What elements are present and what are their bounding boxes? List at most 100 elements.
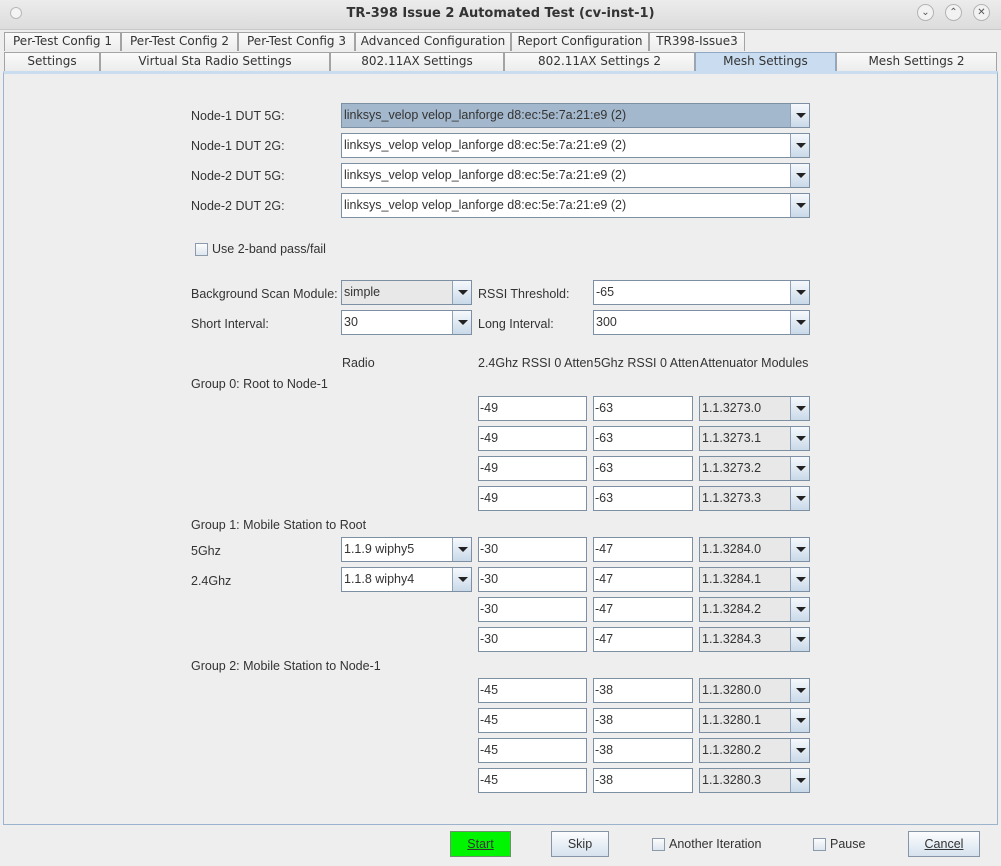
bg-scan-select[interactable]: simple	[341, 280, 472, 305]
start-button[interactable]: Start	[450, 831, 511, 857]
chevron-down-icon[interactable]	[790, 164, 809, 187]
rssi24-input[interactable]: -49	[478, 486, 587, 511]
tab-80211ax-settings[interactable]: 802.11AX Settings	[330, 52, 504, 71]
attenuator-module-select[interactable]: 1.1.3284.2	[699, 597, 810, 622]
rssi5-input[interactable]: -38	[593, 768, 693, 793]
chevron-down-icon[interactable]	[790, 709, 809, 732]
tab-per-test-config-2[interactable]: Per-Test Config 2	[121, 32, 238, 51]
attenuator-module-select[interactable]: 1.1.3273.3	[699, 486, 810, 511]
short-interval-label: Short Interval:	[191, 317, 269, 331]
chevron-down-icon[interactable]	[790, 457, 809, 480]
chevron-down-icon[interactable]	[790, 538, 809, 561]
tab-tr398-issue3[interactable]: TR398-Issue3	[649, 32, 745, 51]
rssi5-input[interactable]: -47	[593, 567, 693, 592]
attenuator-module-select[interactable]: 1.1.3280.1	[699, 708, 810, 733]
group-1-title: Group 1: Mobile Station to Root	[191, 518, 367, 532]
group-2-title: Group 2: Mobile Station to Node-1	[191, 659, 381, 673]
close-button[interactable]: ✕	[973, 4, 990, 21]
attenuator-module-select[interactable]: 1.1.3273.1	[699, 426, 810, 451]
node1-dut-2g-label: Node-1 DUT 2G:	[191, 139, 285, 153]
cancel-button[interactable]: Cancel	[908, 831, 980, 857]
chevron-down-icon[interactable]	[790, 134, 809, 157]
chevron-down-icon[interactable]	[452, 538, 471, 561]
chevron-down-icon[interactable]	[790, 487, 809, 510]
rssi24-input[interactable]: -30	[478, 537, 587, 562]
node2-dut-5g-select[interactable]: linksys_velop velop_lanforge d8:ec:5e:7a…	[341, 163, 810, 188]
node1-dut-2g-select[interactable]: linksys_velop velop_lanforge d8:ec:5e:7a…	[341, 133, 810, 158]
title-bar: TR-398 Issue 2 Automated Test (cv-inst-1…	[0, 0, 1001, 30]
chevron-down-icon[interactable]	[790, 427, 809, 450]
rssi24-input[interactable]: -30	[478, 627, 587, 652]
rssi24-input[interactable]: -45	[478, 678, 587, 703]
chevron-down-icon[interactable]	[790, 194, 809, 217]
attenuator-module-select[interactable]: 1.1.3284.1	[699, 567, 810, 592]
tab-mesh-settings[interactable]: Mesh Settings	[695, 52, 836, 71]
rssi5-input[interactable]: -47	[593, 627, 693, 652]
rssi5-input[interactable]: -63	[593, 396, 693, 421]
radio-5ghz-select[interactable]: 1.1.9 wiphy5	[341, 537, 472, 562]
tab-report-configuration[interactable]: Report Configuration	[511, 32, 649, 51]
attenuator-module-select[interactable]: 1.1.3273.2	[699, 456, 810, 481]
rssi24-input[interactable]: -45	[478, 738, 587, 763]
chevron-down-icon[interactable]	[790, 679, 809, 702]
chevron-down-icon[interactable]	[790, 598, 809, 621]
another-iteration-checkbox[interactable]	[652, 838, 665, 851]
rssi5-input[interactable]: -63	[593, 486, 693, 511]
node1-dut-5g-select[interactable]: linksys_velop velop_lanforge d8:ec:5e:7a…	[341, 103, 810, 128]
rssi24-input[interactable]: -49	[478, 456, 587, 481]
tab-advanced-configuration[interactable]: Advanced Configuration	[355, 32, 511, 51]
radio-header: Radio	[342, 356, 375, 370]
window-title: TR-398 Issue 2 Automated Test (cv-inst-1…	[346, 6, 655, 21]
chevron-down-icon[interactable]	[790, 568, 809, 591]
attenuator-module-select[interactable]: 1.1.3273.0	[699, 396, 810, 421]
chevron-down-icon[interactable]	[452, 311, 471, 334]
chevron-down-icon[interactable]	[790, 281, 809, 304]
skip-button[interactable]: Skip	[551, 831, 609, 857]
attenuator-module-select[interactable]: 1.1.3280.0	[699, 678, 810, 703]
pause-checkbox[interactable]	[813, 838, 826, 851]
tab-virtual-sta-radio-settings[interactable]: Virtual Sta Radio Settings	[100, 52, 330, 71]
rssi5-header: 5Ghz RSSI 0 Atten	[594, 356, 699, 370]
chevron-down-icon[interactable]	[790, 769, 809, 792]
maximize-button[interactable]: ⌃	[945, 4, 962, 21]
chevron-down-icon[interactable]	[452, 568, 471, 591]
rssi5-input[interactable]: -63	[593, 426, 693, 451]
node2-dut-2g-select[interactable]: linksys_velop velop_lanforge d8:ec:5e:7a…	[341, 193, 810, 218]
rssi5-input[interactable]: -38	[593, 738, 693, 763]
rssi24-input[interactable]: -45	[478, 708, 587, 733]
rssi5-input[interactable]: -47	[593, 597, 693, 622]
rssi5-input[interactable]: -38	[593, 708, 693, 733]
rssi5-input[interactable]: -38	[593, 678, 693, 703]
attenuator-module-select[interactable]: 1.1.3284.0	[699, 537, 810, 562]
rssi24-input[interactable]: -49	[478, 396, 587, 421]
rssi24-input[interactable]: -45	[478, 768, 587, 793]
long-interval-select[interactable]: 300	[593, 310, 810, 335]
short-interval-select[interactable]: 30	[341, 310, 472, 335]
chevron-down-icon[interactable]	[790, 739, 809, 762]
tab-per-test-config-1[interactable]: Per-Test Config 1	[4, 32, 121, 51]
chevron-down-icon[interactable]	[452, 281, 471, 304]
chevron-down-icon[interactable]	[790, 628, 809, 651]
rssi5-input[interactable]: -47	[593, 537, 693, 562]
minimize-button[interactable]: ⌄	[917, 4, 934, 21]
chevron-down-icon[interactable]	[790, 397, 809, 420]
two-band-label: Use 2-band pass/fail	[212, 242, 326, 256]
attenuator-module-select[interactable]: 1.1.3280.3	[699, 768, 810, 793]
chevron-down-icon[interactable]	[790, 104, 809, 127]
tab-per-test-config-3[interactable]: Per-Test Config 3	[238, 32, 355, 51]
rssi5-input[interactable]: -63	[593, 456, 693, 481]
radio-24ghz-select[interactable]: 1.1.8 wiphy4	[341, 567, 472, 592]
two-band-checkbox[interactable]	[195, 243, 208, 256]
rssi24-input[interactable]: -30	[478, 597, 587, 622]
chevron-down-icon[interactable]	[790, 311, 809, 334]
rssi24-input[interactable]: -30	[478, 567, 587, 592]
rssi24-input[interactable]: -49	[478, 426, 587, 451]
tab-settings[interactable]: Settings	[4, 52, 100, 71]
attenuator-header: Attenuator Modules	[700, 356, 809, 370]
pause-label: Pause	[830, 837, 866, 851]
rssi-threshold-select[interactable]: -65	[593, 280, 810, 305]
tab-80211ax-settings-2[interactable]: 802.11AX Settings 2	[504, 52, 695, 71]
attenuator-module-select[interactable]: 1.1.3280.2	[699, 738, 810, 763]
tab-mesh-settings-2[interactable]: Mesh Settings 2	[836, 52, 997, 71]
attenuator-module-select[interactable]: 1.1.3284.3	[699, 627, 810, 652]
